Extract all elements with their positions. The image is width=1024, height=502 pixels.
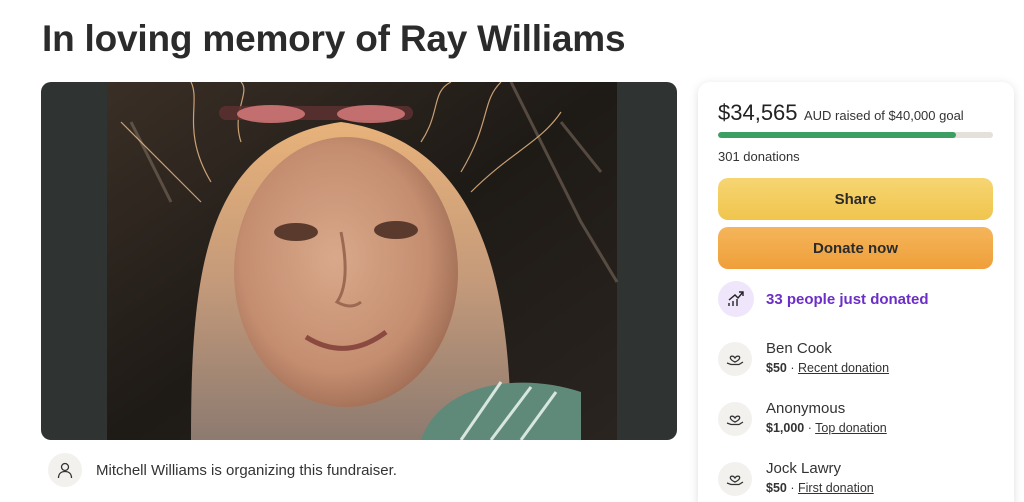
donor-item: Anonymous $1,000 · Top donation [718, 400, 887, 436]
page-title: In loving memory of Ray Williams [42, 18, 626, 59]
donor-amount: $50 [766, 361, 787, 375]
heart-hand-icon [718, 462, 752, 496]
trend-text: 33 people just donated [766, 290, 929, 308]
separator-dot: · [807, 421, 812, 435]
donate-now-button[interactable]: Donate now [718, 227, 993, 269]
portrait-image [107, 82, 619, 440]
donor-amount: $50 [766, 481, 787, 495]
trend-up-icon [718, 281, 754, 317]
donor-name: Anonymous [766, 400, 846, 417]
fundraiser-photo[interactable] [41, 82, 677, 440]
organizer-text: Mitchell Williams is organizing this fun… [96, 461, 397, 479]
donation-card: $34,565 AUD raised of $40,000 goal 301 d… [698, 82, 1014, 502]
donor-item: Ben Cook $50 · Recent donation [718, 340, 889, 376]
raised-summary: $34,565 AUD raised of $40,000 goal [718, 100, 964, 126]
separator-dot: · [790, 361, 795, 375]
heart-hand-icon [718, 402, 752, 436]
first-donation-link[interactable]: First donation [798, 481, 874, 495]
top-donation-link[interactable]: Top donation [815, 421, 887, 435]
share-button[interactable]: Share [718, 178, 993, 220]
donor-name: Jock Lawry [766, 460, 842, 477]
donation-count: 301 donations [718, 149, 800, 164]
progress-bar [718, 132, 993, 138]
heart-hand-icon [718, 342, 752, 376]
donor-name: Ben Cook [766, 340, 832, 357]
donor-amount: $1,000 [766, 421, 805, 435]
recent-donations-trend[interactable]: 33 people just donated [718, 281, 929, 317]
recent-donation-link[interactable]: Recent donation [798, 361, 889, 375]
raised-goal-text: AUD raised of $40,000 goal [803, 108, 964, 123]
organizer-row: Mitchell Williams is organizing this fun… [48, 453, 397, 487]
donor-item: Jock Lawry $50 · First donation [718, 460, 874, 496]
raised-amount: $34,565 [718, 100, 798, 125]
progress-fill [718, 132, 956, 138]
separator-dot: · [790, 481, 795, 495]
user-icon [48, 453, 82, 487]
